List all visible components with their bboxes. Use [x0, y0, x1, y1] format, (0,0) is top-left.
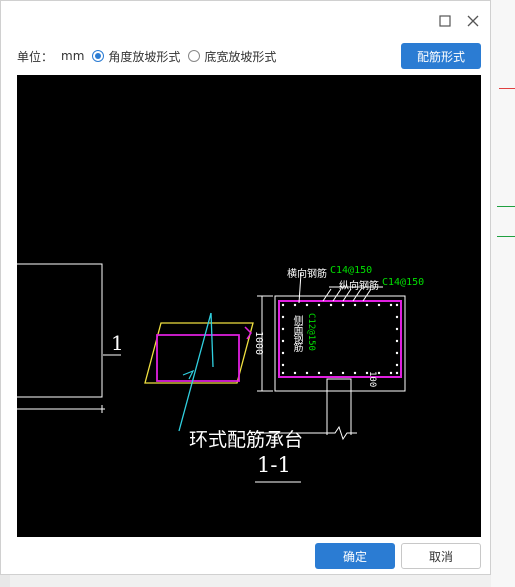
- cancel-button[interactable]: 取消: [401, 543, 481, 569]
- transverse-rebar-label: 横向钢筋: [287, 269, 327, 280]
- side-rebar-spec[interactable]: C12@150: [306, 313, 316, 351]
- bottom-width-slope-radio[interactable]: 底宽放坡形式: [188, 48, 276, 65]
- iso-rebar-arc: [244, 326, 252, 340]
- longitudinal-rebar-label: 纵向钢筋: [339, 281, 379, 292]
- rebar-form-button[interactable]: 配筋形式: [401, 43, 481, 69]
- close-icon: [467, 15, 479, 27]
- drawing-title: 环式配筋承台: [189, 429, 304, 451]
- close-button[interactable]: [461, 9, 485, 33]
- angle-slope-label: 角度放坡形式: [108, 49, 181, 64]
- iso-cut-line-2: [210, 312, 214, 368]
- rebar-dialog: 单位： mm 角度放坡形式 底宽放坡形式 配筋形式 横向钢筋 C14@150 纵…: [0, 0, 491, 575]
- longitudinal-rebar-spec[interactable]: C14@150: [382, 277, 424, 288]
- unit-label: 单位：: [17, 49, 54, 64]
- unit-value: mm: [61, 49, 85, 63]
- iso-cap-body: [156, 334, 240, 382]
- side-rebar-label: 侧面钢筋: [291, 315, 302, 351]
- iso-slope-outline: [144, 322, 254, 384]
- maximize-button[interactable]: [433, 9, 457, 33]
- background-green-line: [497, 206, 515, 207]
- bottom-dimension-text: 100: [367, 371, 377, 388]
- bottom-width-slope-label: 底宽放坡形式: [204, 49, 277, 64]
- background-window-right: [491, 0, 515, 587]
- plan-outline: [17, 263, 103, 398]
- section-title: 1-1: [257, 453, 291, 477]
- cad-drawing: [17, 263, 406, 483]
- unit-row: 单位： mm 角度放坡形式 底宽放坡形式: [17, 47, 284, 65]
- ok-button[interactable]: 确定: [315, 543, 395, 569]
- iso-cut-line-1: [178, 312, 212, 432]
- iso-cut-hook: [182, 369, 195, 380]
- section-marker: 1: [111, 331, 124, 355]
- radio-unchecked-icon: [188, 50, 201, 62]
- bottom-pier-outline: [326, 378, 352, 391]
- drawing-canvas: 横向钢筋 C14@150 纵向钢筋 C14@150 侧面钢筋 C12@150 1…: [17, 75, 481, 537]
- background-red-line: [499, 88, 515, 89]
- background-green-line-2: [497, 236, 515, 237]
- maximize-icon: [439, 15, 451, 27]
- height-dimension-text: 1000: [253, 331, 264, 356]
- transverse-rebar-spec[interactable]: C14@150: [330, 265, 372, 276]
- angle-slope-radio[interactable]: 角度放坡形式: [92, 48, 180, 65]
- radio-checked-icon: [92, 50, 105, 62]
